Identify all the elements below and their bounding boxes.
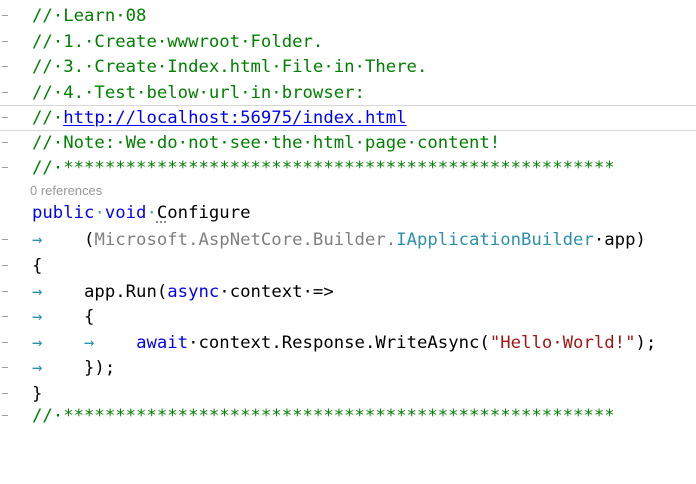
- method-name-first-letter: C: [156, 203, 168, 223]
- gutter-marker: [2, 40, 8, 42]
- write-async-call: ·context.Response.WriteAsync(: [188, 332, 490, 353]
- inner-close: });: [84, 358, 116, 378]
- tab-arrow-icon: →: [84, 332, 95, 353]
- parameter-rest: ·app): [593, 230, 646, 250]
- code-line[interactable]: → (Microsoft.AspNetCore.Builder.IApplica…: [0, 228, 696, 254]
- gutter-marker: [2, 239, 8, 240]
- brace-open: {: [32, 256, 43, 276]
- tab-arrow-icon: →: [32, 332, 43, 353]
- namespace-text: Microsoft.AspNetCore.Builder.: [94, 230, 397, 250]
- comment-text: //·1.·Create·wwwroot·Folder.: [32, 31, 324, 52]
- gutter-marker: [2, 392, 8, 394]
- code-line[interactable]: → app.Run(async·context·=>: [0, 280, 696, 306]
- gutter-marker: [2, 341, 8, 343]
- gutter-marker: [2, 91, 8, 93]
- tab-arrow-icon: →: [32, 230, 43, 250]
- keyword-public: public: [32, 203, 95, 223]
- tab-arrow-icon: →: [32, 358, 43, 378]
- comment-text: //·*************************************…: [32, 158, 615, 178]
- comment-with-link: //·http://localhost:56975/index.html: [32, 106, 407, 132]
- code-line[interactable]: //·3.·Create·Index.html·File·in·There.: [0, 55, 696, 81]
- url-link[interactable]: http://localhost:56975/index.html: [63, 108, 406, 128]
- comment-text: //·Learn·08: [32, 6, 147, 26]
- code-line[interactable]: //·*************************************…: [0, 404, 696, 430]
- gutter-marker: [2, 142, 8, 143]
- code-line[interactable]: public·void·Configure: [0, 201, 696, 227]
- code-editor[interactable]: //·Learn·08 //·1.·Create·wwwroot·Folder.…: [0, 0, 696, 432]
- await-statement: → → await·context.Response.WriteAsync("H…: [32, 331, 656, 357]
- comment-text: //·*************************************…: [32, 406, 615, 426]
- space-glyph: ·: [146, 203, 157, 223]
- code-line[interactable]: //·*************************************…: [0, 156, 696, 182]
- codelens-references[interactable]: 0 references: [30, 183, 102, 198]
- method-signature: public·void·Configure: [32, 201, 251, 227]
- type-name: IApplicationBuilder: [396, 230, 594, 250]
- call-close: );: [635, 332, 657, 353]
- code-line[interactable]: //·1.·Create·wwwroot·Folder.: [0, 30, 696, 56]
- code-line[interactable]: → {: [0, 305, 696, 331]
- comment-text: //·3.·Create·Index.html·File·in·There.: [32, 57, 428, 77]
- tab-arrow-icon: →: [32, 307, 43, 327]
- gutter-marker: [2, 265, 8, 266]
- inner-close-line: → });: [32, 356, 115, 382]
- tab-arrow-icon: →: [32, 281, 43, 302]
- keyword-void: void: [104, 203, 147, 223]
- gutter-marker: [2, 367, 8, 368]
- keyword-async: async: [167, 281, 220, 302]
- gutter-marker: [2, 66, 8, 67]
- comment-prefix: //·: [32, 108, 64, 128]
- gutter-marker: [2, 316, 8, 317]
- open-paren: (: [84, 230, 95, 250]
- code-line[interactable]: → });: [0, 356, 696, 382]
- gutter-marker: [2, 415, 8, 416]
- string-literal: "Hello·World!": [489, 332, 636, 353]
- gutter-marker: [2, 167, 8, 168]
- gutter-marker: [2, 15, 8, 16]
- space-glyph: ·: [94, 203, 105, 223]
- inner-brace-open: {: [84, 307, 95, 327]
- gutter-marker: [2, 290, 8, 292]
- code-line[interactable]: {: [0, 254, 696, 280]
- gutter-marker: [2, 117, 8, 118]
- app-run-call: → app.Run(async·context·=>: [32, 280, 334, 306]
- current-code-line[interactable]: //·http://localhost:56975/index.html: [0, 105, 696, 131]
- method-name-rest: onfigure: [167, 203, 251, 223]
- comment-text: //·4.·Test·below·url·in·browser:: [32, 82, 365, 103]
- code-line[interactable]: //·4.·Test·below·url·in·browser:: [0, 81, 696, 107]
- lambda-text: ·context·=>: [219, 281, 334, 302]
- run-call-text: app.Run(: [84, 281, 168, 302]
- code-line[interactable]: //·Learn·08: [0, 4, 696, 30]
- parameter-list: → (Microsoft.AspNetCore.Builder.IApplica…: [32, 228, 646, 254]
- code-line[interactable]: //·Note:·We·do·not·see·the·html·page·con…: [0, 131, 696, 157]
- code-line[interactable]: → → await·context.Response.WriteAsync("H…: [0, 331, 696, 357]
- comment-text: //·Note:·We·do·not·see·the·html·page·con…: [32, 133, 501, 153]
- keyword-await: await: [136, 332, 189, 353]
- inner-brace-line: → {: [32, 305, 94, 331]
